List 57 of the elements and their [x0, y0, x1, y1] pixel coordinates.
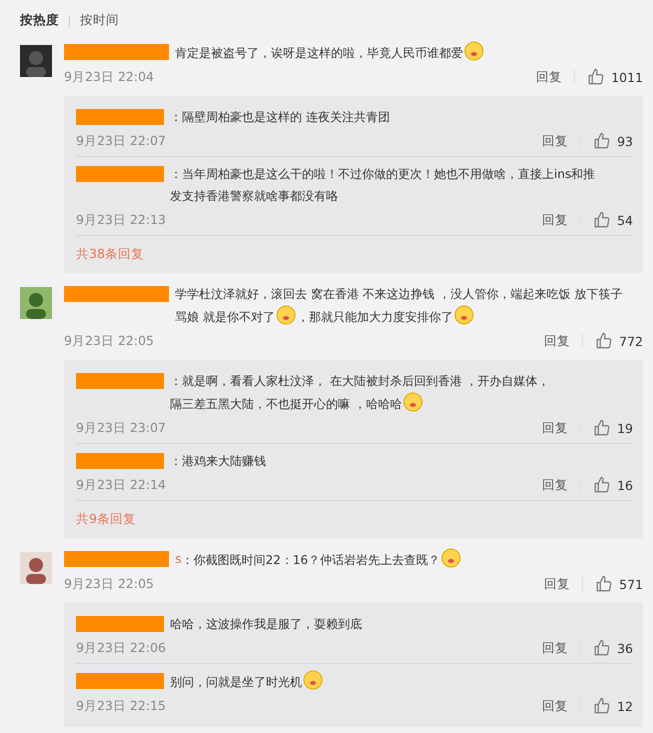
comment-text: 肯定是被盗号了，诶呀是这样的啦，毕竟人民币谁都爱 [175, 46, 463, 60]
like-button[interactable]: 36 [593, 639, 633, 657]
timestamp: 9月23日 22:14 [76, 476, 167, 494]
comment-text: ：港鸡来大陆赚钱 [170, 454, 266, 468]
like-button[interactable]: 19 [593, 419, 633, 437]
reply-link[interactable]: 回复 [544, 332, 570, 350]
comment-text: 学学杜汶泽就好，滚回去 窝在香港 不来这边挣钱 ，没人管你，端起来吃饭 放下筷子 [175, 287, 622, 301]
thumbs-up-icon [593, 697, 612, 715]
emoji-icon [402, 392, 423, 412]
timestamp: 9月23日 22:07 [76, 132, 167, 150]
comment-text: 骂娘 就是你不对了 [175, 310, 275, 324]
thumbs-up-icon [595, 575, 614, 593]
comment-text: 隔三差五黑大陆，不也挺开心的嘛 ，哈哈哈 [170, 397, 402, 411]
emoji-icon [441, 548, 462, 568]
reply-link[interactable]: 回复 [542, 420, 568, 436]
comment-text: ：当年周柏豪也是这么干的啦！不过你做的更次！她也不用做啥，直接上ins和推 [170, 167, 596, 181]
comment-text: ：就是啊，看看人家杜汶泽， 在大陆被封杀后回到香港 ，开办自媒体， [170, 374, 550, 388]
like-button[interactable]: 93 [593, 132, 633, 150]
comment-text: 哈哈，这波操作我是服了，耍赖到底 [170, 617, 362, 631]
like-button[interactable]: 1011 [587, 68, 643, 86]
reply-link[interactable]: 回复 [544, 576, 570, 592]
sort-tab[interactable]: 按热度 [20, 12, 59, 29]
reply-link[interactable]: 回复 [536, 68, 562, 86]
comment-text: ：你截图既时间22：16？仲话岩岩先上去查既？ [182, 553, 440, 567]
reply-link[interactable]: 回复 [542, 640, 568, 656]
comment-text: ，那就只能加大力度安排你了 [296, 310, 453, 324]
timestamp: 9月23日 22:15 [76, 698, 167, 714]
reply-link[interactable]: 回复 [542, 698, 568, 714]
thumbs-up-icon [595, 332, 614, 350]
timestamp: 9月23日 22:05 [64, 576, 155, 592]
thumbs-up-icon [593, 419, 612, 437]
comment-text: 发支持香港警察就啥事都没有咯 [170, 189, 338, 203]
like-button[interactable]: 772 [595, 332, 643, 350]
thumbs-up-icon [587, 68, 606, 86]
thumbs-up-icon [593, 211, 612, 229]
timestamp: 9月23日 23:07 [76, 420, 167, 436]
reply-link[interactable]: 回复 [542, 132, 568, 150]
emoji-icon [454, 305, 474, 325]
like-button[interactable]: 54 [593, 211, 633, 229]
like-button[interactable]: 12 [593, 697, 633, 715]
like-button[interactable]: 571 [595, 575, 643, 593]
timestamp: 9月23日 22:13 [76, 212, 167, 228]
timestamp: 9月23日 22:04 [64, 68, 155, 86]
comment-text: 别问，问就是坐了时光机 [170, 675, 302, 689]
emoji-icon [303, 670, 323, 690]
reply-link[interactable]: 回复 [542, 212, 568, 228]
thumbs-up-icon [593, 476, 612, 494]
sort-tab[interactable]: 按时间 [80, 12, 119, 29]
reply-link[interactable]: 回复 [542, 476, 568, 494]
emoji-icon [464, 41, 484, 61]
thumbs-up-icon [593, 132, 612, 150]
timestamp: 9月23日 22:06 [76, 640, 167, 656]
comment-text: ：隔壁周柏豪也是这样的 连夜关注共青团 [170, 110, 390, 124]
emoji-icon [276, 305, 296, 325]
like-button[interactable]: 16 [593, 476, 633, 494]
thumbs-up-icon [593, 639, 612, 657]
timestamp: 9月23日 22:05 [64, 332, 155, 350]
